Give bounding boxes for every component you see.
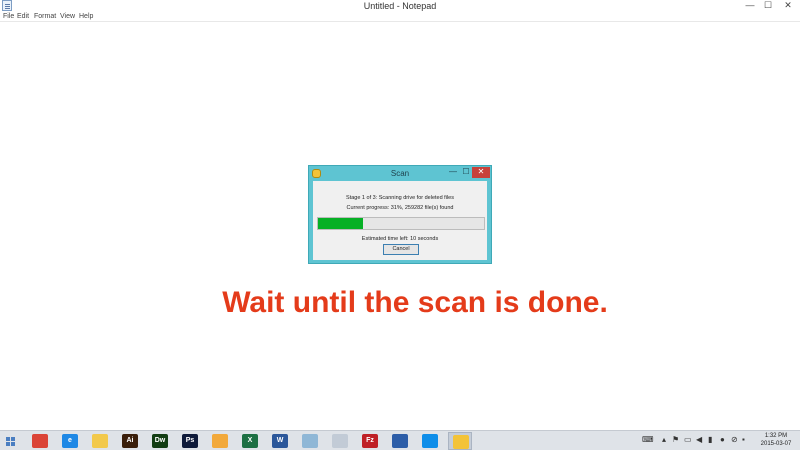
- outlook-icon: [212, 434, 228, 448]
- taskbar-filezilla-button[interactable]: Fz: [358, 432, 382, 450]
- taskbar-document-button[interactable]: [328, 432, 352, 450]
- filezilla-icon: Fz: [362, 434, 378, 448]
- menu-help[interactable]: Help: [79, 12, 93, 22]
- taskbar-internet-explorer-button[interactable]: e: [58, 432, 82, 450]
- menu-edit[interactable]: Edit: [17, 12, 29, 22]
- instruction-caption: Wait until the scan is done.: [222, 286, 608, 319]
- photoshop-icon: Ps: [182, 434, 198, 448]
- language-icon[interactable]: ▪: [742, 431, 745, 449]
- menu-view[interactable]: View: [60, 12, 75, 22]
- clock-date: 2015-03-07: [760, 441, 792, 447]
- taskbar-notepad-taskbar-button[interactable]: [298, 432, 322, 450]
- word-icon: W: [272, 434, 288, 448]
- taskbar-excel-button[interactable]: X: [238, 432, 262, 450]
- close-button[interactable]: ✕: [778, 0, 798, 12]
- network-icon[interactable]: ▭: [684, 431, 692, 449]
- dreamweaver-icon: Dw: [152, 434, 168, 448]
- scan-titlebar[interactable]: Scan — ☐ ✕: [309, 166, 491, 181]
- taskbar-teamviewer-button[interactable]: [418, 432, 442, 450]
- scan-maximize-button[interactable]: ☐: [460, 167, 472, 178]
- file-explorer-icon: [92, 434, 108, 448]
- scan-body: Stage 1 of 3: Scanning drive for deleted…: [313, 181, 487, 260]
- taskbar-photoshop-button[interactable]: Ps: [178, 432, 202, 450]
- taskbar-remote-desktop-button[interactable]: [388, 432, 412, 450]
- security-icon[interactable]: ⊘: [731, 431, 738, 449]
- taskbar-file-explorer-button[interactable]: [88, 432, 112, 450]
- document-icon: [332, 434, 348, 448]
- taskbar-outlook-button[interactable]: [208, 432, 232, 450]
- chrome-icon: [32, 434, 48, 448]
- show-hidden-icons-icon[interactable]: ▴: [662, 431, 666, 449]
- stage-text: Stage 1 of 3: Scanning drive for deleted…: [346, 195, 454, 201]
- progress-bar: [317, 217, 485, 230]
- taskbar-word-button[interactable]: W: [268, 432, 292, 450]
- taskbar-scan-app-button[interactable]: [448, 432, 472, 450]
- start-button[interactable]: [2, 432, 20, 450]
- cancel-button[interactable]: Cancel: [383, 244, 419, 255]
- clock-time: 1:32 PM: [764, 433, 788, 439]
- volume-icon[interactable]: ◀: [696, 431, 702, 449]
- taskbar-dreamweaver-button[interactable]: Dw: [148, 432, 172, 450]
- clock[interactable]: 1:32 PM 2015-03-07: [752, 432, 800, 448]
- eta-text: Estimated time left: 10 seconds: [361, 236, 439, 242]
- keyboard-icon[interactable]: ⌨: [642, 431, 654, 449]
- scan-close-button[interactable]: ✕: [472, 167, 490, 178]
- battery-icon[interactable]: ▮: [708, 431, 712, 449]
- scan-dialog: Scan — ☐ ✕ Stage 1 of 3: Scanning drive …: [308, 165, 492, 264]
- remote-desktop-icon: [392, 434, 408, 448]
- scan-minimize-button[interactable]: —: [447, 167, 459, 178]
- internet-explorer-icon: e: [62, 434, 78, 448]
- notepad-taskbar-icon: [302, 434, 318, 448]
- menu-file[interactable]: File: [3, 12, 14, 22]
- taskbar-illustrator-button[interactable]: Ai: [118, 432, 142, 450]
- progress-text: Current progress: 31%, 259282 file(s) fo…: [346, 205, 454, 211]
- sync-icon[interactable]: ●: [720, 431, 725, 449]
- minimize-button[interactable]: —: [740, 0, 760, 12]
- scan-app-icon: [453, 435, 469, 449]
- windows-logo-icon: [6, 437, 15, 446]
- illustrator-icon: Ai: [122, 434, 138, 448]
- excel-icon: X: [242, 434, 258, 448]
- notepad-titlebar[interactable]: Untitled - Notepad — ☐ ✕: [0, 0, 800, 12]
- maximize-button[interactable]: ☐: [758, 0, 778, 12]
- teamviewer-icon: [422, 434, 438, 448]
- window-title: Untitled - Notepad: [363, 1, 437, 11]
- taskbar-chrome-button[interactable]: [28, 432, 52, 450]
- action-center-flag-icon[interactable]: ⚑: [672, 431, 679, 449]
- menu-format[interactable]: Format: [34, 12, 56, 22]
- taskbar: e Ai Dw Ps X W Fz ⌨ ▴ ⚑ ▭ ◀ ▮ ● ⊘ ▪ 1:32 PM 20…: [0, 430, 800, 450]
- menu-bar: File Edit Format View Help: [0, 12, 800, 22]
- progress-bar-fill: [318, 218, 363, 229]
